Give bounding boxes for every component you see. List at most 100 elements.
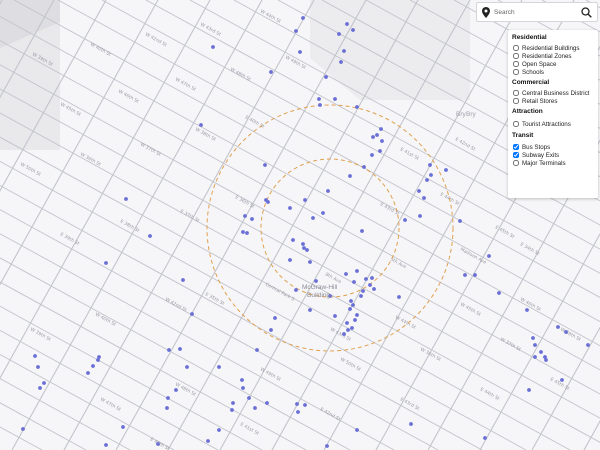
checkbox-schools[interactable] [513, 69, 519, 75]
transit-point[interactable] [352, 280, 356, 284]
transit-point[interactable] [409, 422, 413, 426]
transit-point[interactable] [378, 149, 382, 153]
transit-point[interactable] [97, 355, 101, 359]
transit-point[interactable] [230, 408, 234, 412]
option-major-terminals[interactable]: Major Terminals [512, 159, 598, 167]
transit-point[interactable] [333, 97, 337, 101]
option-schools[interactable]: Schools [512, 68, 598, 76]
transit-point[interactable] [429, 173, 433, 177]
transit-point[interactable] [264, 198, 268, 202]
transit-point[interactable] [190, 312, 194, 316]
transit-point[interactable] [298, 50, 302, 54]
transit-point[interactable] [379, 127, 383, 131]
transit-point[interactable] [199, 123, 203, 127]
transit-point[interactable] [368, 283, 372, 287]
transit-point[interactable] [104, 261, 108, 265]
transit-point[interactable] [527, 388, 531, 392]
transit-point[interactable] [21, 427, 25, 431]
transit-point[interactable] [353, 318, 357, 322]
transit-point[interactable] [359, 294, 363, 298]
transit-point[interactable] [324, 75, 328, 79]
transit-point[interactable] [483, 436, 487, 440]
transit-point[interactable] [241, 386, 245, 390]
transit-point[interactable] [273, 316, 277, 320]
option-central-business-district[interactable]: Central Business District [512, 89, 598, 97]
transit-point[interactable] [355, 313, 359, 317]
transit-point[interactable] [314, 279, 318, 283]
transit-point[interactable] [36, 365, 40, 369]
transit-point[interactable] [458, 219, 462, 223]
transit-point[interactable] [321, 211, 325, 215]
transit-point[interactable] [345, 22, 349, 26]
transit-point[interactable] [301, 242, 305, 246]
transit-point[interactable] [231, 401, 235, 405]
transit-point[interactable] [349, 299, 353, 303]
transit-point[interactable] [247, 396, 251, 400]
transit-point[interactable] [473, 273, 477, 277]
transit-point[interactable] [350, 326, 354, 330]
transit-point[interactable] [181, 278, 185, 282]
transit-point[interactable] [245, 231, 249, 235]
transit-point[interactable] [269, 328, 273, 332]
checkbox-open-space[interactable] [513, 61, 519, 67]
transit-point[interactable] [265, 401, 269, 405]
transit-point[interactable] [104, 443, 108, 447]
transit-point[interactable] [497, 291, 501, 295]
transit-point[interactable] [311, 216, 315, 220]
transit-point[interactable] [148, 234, 152, 238]
transit-point[interactable] [417, 189, 421, 193]
transit-point[interactable] [533, 343, 537, 347]
transit-point[interactable] [38, 386, 42, 390]
transit-point[interactable] [124, 197, 128, 201]
transit-point[interactable] [371, 135, 375, 139]
transit-point[interactable] [269, 70, 273, 74]
transit-point[interactable] [487, 254, 491, 258]
checkbox-residential-zones[interactable] [513, 53, 519, 59]
transit-point[interactable] [308, 260, 312, 264]
transit-point[interactable] [355, 269, 359, 273]
transit-point[interactable] [42, 381, 46, 385]
transit-point[interactable] [361, 289, 365, 293]
transit-point[interactable] [544, 358, 548, 362]
checkbox-major-terminals[interactable] [513, 160, 519, 166]
transit-point[interactable] [295, 402, 299, 406]
search-bar[interactable] [476, 2, 598, 22]
transit-point[interactable] [185, 365, 189, 369]
checkbox-residential-buildings[interactable] [513, 45, 519, 51]
transit-point[interactable] [253, 406, 257, 410]
transit-point[interactable] [355, 105, 359, 109]
transit-point[interactable] [425, 178, 429, 182]
transit-point[interactable] [564, 330, 568, 334]
transit-point[interactable] [333, 314, 337, 318]
transit-point[interactable] [294, 288, 298, 292]
transit-point[interactable] [294, 29, 298, 33]
transit-point[interactable] [533, 355, 537, 359]
option-open-space[interactable]: Open Space [512, 60, 598, 68]
transit-point[interactable] [217, 365, 221, 369]
transit-point[interactable] [303, 198, 307, 202]
transit-point[interactable] [403, 218, 407, 222]
transit-point[interactable] [348, 307, 352, 311]
transit-point[interactable] [372, 287, 376, 291]
transit-point[interactable] [325, 444, 329, 448]
transit-point[interactable] [339, 60, 343, 64]
option-tourist-attractions[interactable]: Tourist Attractions [512, 120, 598, 128]
transit-point[interactable] [211, 45, 215, 49]
transit-point[interactable] [556, 325, 560, 329]
transit-point[interactable] [33, 354, 37, 358]
transit-point[interactable] [397, 295, 401, 299]
checkbox-subway-exits[interactable] [513, 152, 519, 158]
transit-point[interactable] [360, 229, 364, 233]
transit-point[interactable] [243, 214, 247, 218]
transit-point[interactable] [326, 189, 330, 193]
transit-point[interactable] [217, 428, 221, 432]
transit-point[interactable] [342, 49, 346, 53]
transit-point[interactable] [337, 32, 341, 36]
transit-point[interactable] [370, 276, 374, 280]
option-residential-buildings[interactable]: Residential Buildings [512, 44, 598, 52]
transit-point[interactable] [348, 174, 352, 178]
transit-point[interactable] [380, 139, 384, 143]
checkbox-retail-stores[interactable] [513, 98, 519, 104]
transit-point[interactable] [318, 103, 322, 107]
transit-point[interactable] [531, 336, 535, 340]
